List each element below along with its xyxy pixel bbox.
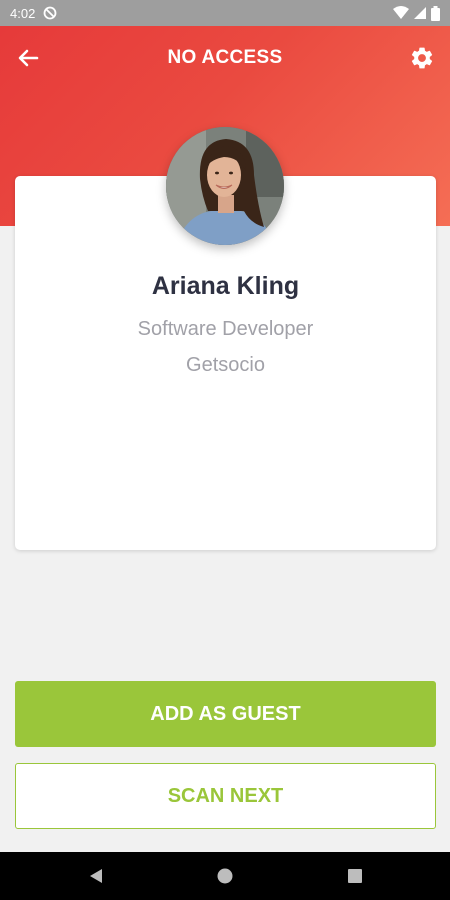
page-title: NO ACCESS — [167, 47, 283, 68]
nav-back-button[interactable] — [84, 864, 108, 888]
avatar — [166, 127, 284, 245]
home-circle-icon — [217, 868, 233, 884]
nav-home-button[interactable] — [213, 864, 237, 888]
settings-button[interactable] — [406, 42, 438, 74]
gear-icon — [411, 47, 433, 69]
battery-icon — [431, 5, 440, 21]
do-not-disturb-icon — [43, 6, 57, 20]
add-as-guest-button[interactable]: ADD AS GUEST — [15, 681, 436, 747]
wifi-icon — [393, 6, 409, 20]
recents-square-icon — [348, 869, 362, 883]
arrow-left-icon — [18, 49, 39, 67]
back-button[interactable] — [12, 42, 44, 74]
status-right — [393, 5, 440, 21]
scan-next-button[interactable]: SCAN NEXT — [15, 763, 436, 829]
status-time: 4:02 — [10, 5, 36, 21]
status-left: 4:02 — [10, 6, 57, 21]
profile-role: Software Developer — [137, 318, 314, 340]
profile-name: Ariana Kling — [151, 272, 300, 300]
profile-company: Getsocio — [186, 354, 265, 376]
back-triangle-icon — [90, 869, 102, 883]
nav-recents-button[interactable] — [343, 864, 367, 888]
system-nav-bar — [0, 852, 450, 900]
status-bar: 4:02 — [0, 0, 450, 26]
app-bar: NO ACCESS — [0, 26, 450, 90]
signal-icon — [413, 6, 427, 20]
